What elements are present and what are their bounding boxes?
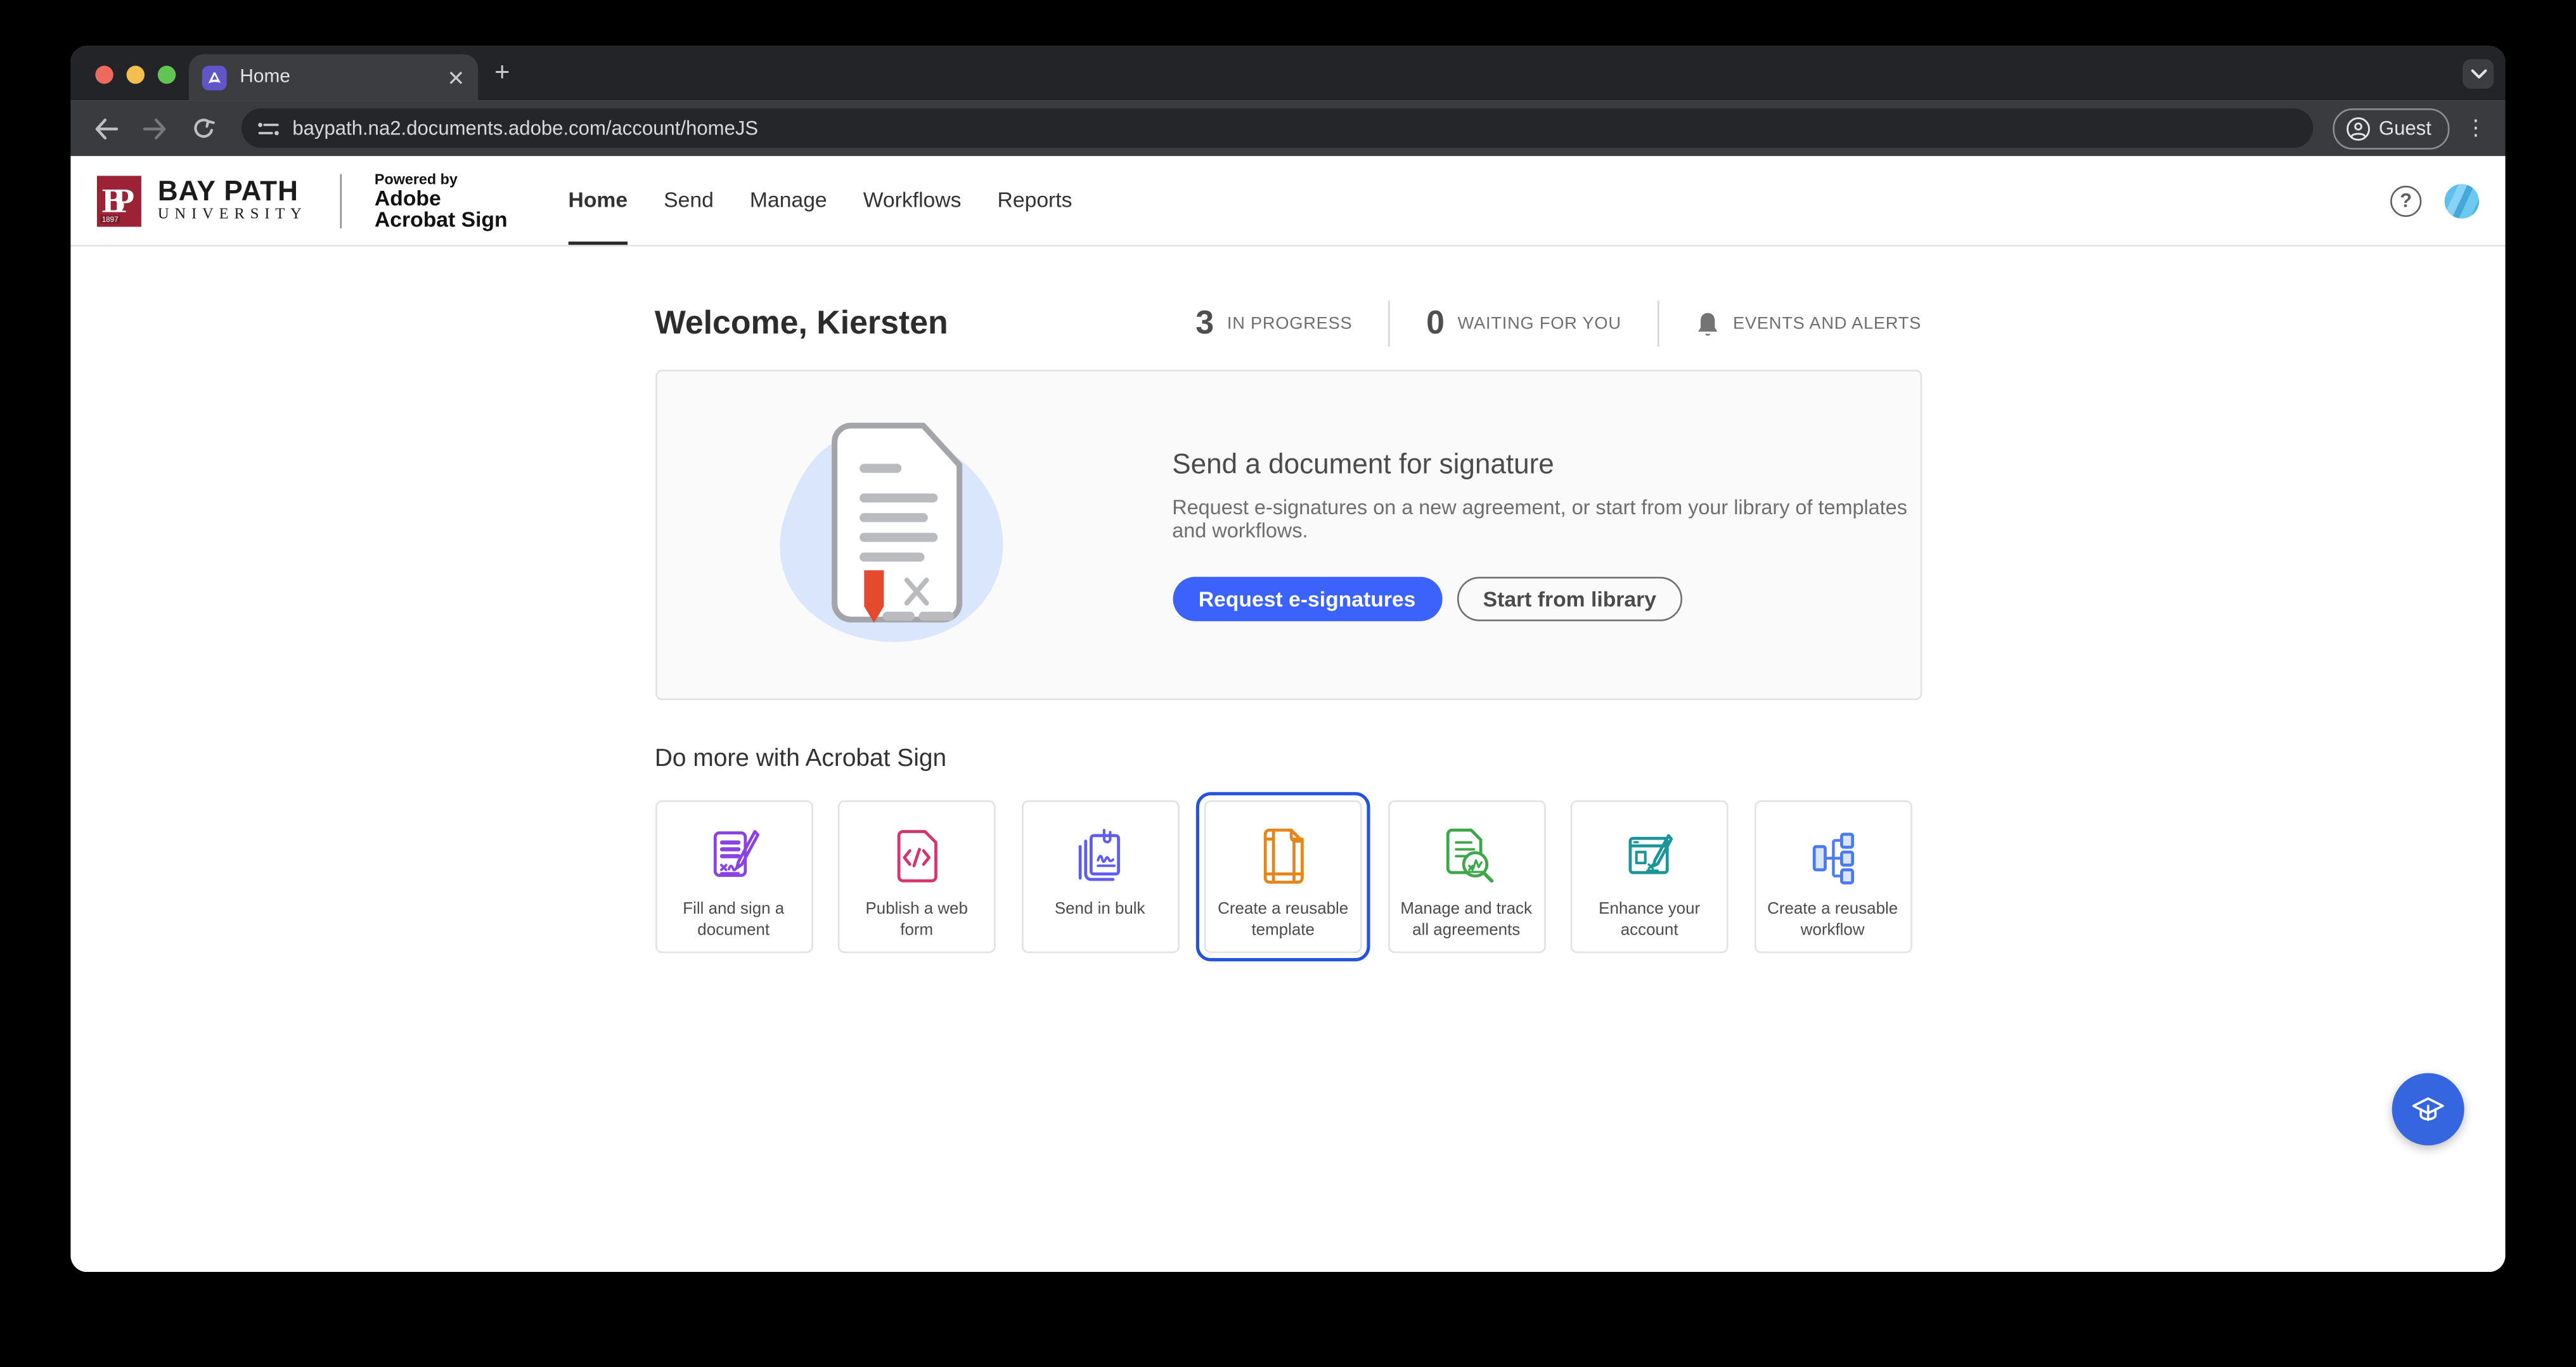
nav-item-workflows[interactable]: Workflows: [863, 156, 962, 245]
logo-divider: [340, 173, 342, 228]
minimize-window-button[interactable]: [127, 66, 145, 84]
card-send-in-bulk[interactable]: Send in bulk: [1021, 800, 1179, 953]
forward-arrow-icon: [142, 117, 167, 139]
send-document-card: Send a document for signature Request e-…: [655, 370, 1921, 700]
document-illustration: [749, 411, 1060, 658]
user-avatar[interactable]: [2445, 183, 2479, 217]
back-button[interactable]: [87, 110, 123, 146]
nav-item-home[interactable]: Home: [569, 156, 628, 245]
window-controls: [95, 66, 176, 84]
adobe-label: Adobe: [375, 187, 508, 209]
card-label: Create a reusable template: [1206, 899, 1360, 942]
fill-sign-icon: [700, 823, 766, 889]
card-publish-web-form[interactable]: Publish a web form: [838, 800, 996, 953]
site-settings-icon: [258, 119, 280, 138]
browser-menu-button[interactable]: ⋮: [2463, 125, 2489, 131]
template-icon: [1250, 823, 1316, 889]
stat-in-progress[interactable]: 3 IN PROGRESS: [1195, 305, 1352, 343]
profile-button[interactable]: Guest: [2333, 108, 2449, 149]
new-tab-button[interactable]: +: [494, 61, 510, 87]
baypath-year: 1897: [100, 214, 120, 223]
start-from-library-button[interactable]: Start from library: [1457, 577, 1682, 621]
stats-row: 3 IN PROGRESS 0 WAITING FOR YOU EVENTS A…: [1195, 301, 1921, 347]
card-label: Fill and sign a document: [656, 899, 811, 942]
graduation-cap-icon: [2407, 1088, 2449, 1131]
baypath-monogram-icon: BP 1897: [97, 175, 141, 226]
header-right: ?: [2390, 183, 2479, 217]
powered-by-block: Powered by Adobe Acrobat Sign: [375, 171, 508, 230]
user-icon: [2346, 116, 2371, 141]
track-agreements-icon: [1433, 823, 1499, 889]
waiting-label: WAITING FOR YOU: [1458, 314, 1621, 334]
tab-strip: Home ✕ +: [70, 46, 2505, 101]
nav-item-send[interactable]: Send: [664, 156, 714, 245]
address-bar[interactable]: baypath.na2.documents.adobe.com/account/…: [242, 108, 2313, 148]
stat-divider: [1658, 301, 1659, 347]
do-more-cards: Fill and sign a document Publish a web f…: [655, 800, 1921, 953]
browser-toolbar: baypath.na2.documents.adobe.com/account/…: [70, 100, 2505, 156]
main-nav: Home Send Manage Workflows Reports: [550, 156, 1090, 245]
card-label: Manage and track all agreements: [1389, 899, 1543, 942]
request-esignatures-button[interactable]: Request e-signatures: [1172, 577, 1442, 621]
card-create-workflow[interactable]: Create a reusable workflow: [1754, 800, 1912, 953]
card-fill-and-sign[interactable]: Fill and sign a document: [655, 800, 813, 953]
powered-by-label: Powered by: [375, 171, 508, 188]
acrobat-favicon-icon: [202, 65, 227, 89]
refresh-button[interactable]: [186, 110, 222, 146]
chevron-down-icon: [2470, 69, 2487, 79]
back-arrow-icon: [93, 117, 117, 139]
events-alerts-label: EVENTS AND ALERTS: [1733, 314, 1921, 334]
refresh-icon: [192, 117, 215, 139]
nav-item-reports[interactable]: Reports: [998, 156, 1072, 245]
web-form-icon: [884, 823, 950, 889]
stat-waiting[interactable]: 0 WAITING FOR YOU: [1426, 305, 1621, 343]
card-enhance-account[interactable]: Enhance your account: [1571, 800, 1729, 953]
nav-item-manage[interactable]: Manage: [750, 156, 827, 245]
send-bulk-icon: [1067, 823, 1133, 889]
forward-button[interactable]: [136, 110, 172, 146]
app-header: BP 1897 BAY PATH UNIVERSITY Powered by A…: [70, 156, 2505, 247]
card-label: Enhance your account: [1572, 899, 1727, 942]
baypath-logo: BP 1897 BAY PATH UNIVERSITY Powered by A…: [97, 171, 508, 230]
card-create-template[interactable]: Create a reusable template: [1204, 800, 1362, 953]
stat-events-alerts[interactable]: EVENTS AND ALERTS: [1695, 310, 1921, 338]
acrobat-sign-page: BP 1897 BAY PATH UNIVERSITY Powered by A…: [70, 156, 2505, 1272]
do-more-heading: Do more with Acrobat Sign: [655, 744, 1921, 772]
tab-home[interactable]: Home ✕: [189, 55, 478, 101]
baypath-name: BAY PATH: [158, 177, 307, 205]
tab-close-icon[interactable]: ✕: [447, 67, 465, 88]
hero-text: Send a document for signature Request e-…: [1172, 449, 1919, 621]
enhance-account-icon: [1616, 823, 1682, 889]
page-title: Welcome, Kiersten: [655, 305, 948, 343]
url-text[interactable]: baypath.na2.documents.adobe.com/account/…: [292, 117, 758, 139]
help-icon[interactable]: ?: [2390, 185, 2421, 216]
screen: Home ✕ + baypath.na2.documents.adobe.com…: [0, 0, 2576, 1367]
baypath-wordmark: BAY PATH UNIVERSITY: [158, 177, 307, 224]
hero-title: Send a document for signature: [1172, 449, 1919, 482]
tab-title: Home: [240, 67, 434, 87]
stat-divider: [1388, 301, 1390, 347]
welcome-row: Welcome, Kiersten 3 IN PROGRESS 0 WAITIN…: [655, 301, 1921, 347]
in-progress-label: IN PROGRESS: [1227, 314, 1353, 334]
zoom-window-button[interactable]: [158, 66, 176, 84]
close-window-button[interactable]: [95, 66, 113, 84]
card-label: Publish a web form: [839, 899, 994, 942]
workflow-icon: [1800, 823, 1865, 889]
hero-buttons: Request e-signatures Start from library: [1172, 577, 1919, 621]
browser-window: Home ✕ + baypath.na2.documents.adobe.com…: [70, 46, 2505, 1272]
waiting-count: 0: [1426, 305, 1445, 343]
baypath-university: UNIVERSITY: [158, 205, 307, 224]
card-label: Create a reusable workflow: [1755, 899, 1910, 942]
bell-icon: [1695, 310, 1720, 338]
tab-search-button[interactable]: [2463, 59, 2494, 89]
main-content: Welcome, Kiersten 3 IN PROGRESS 0 WAITIN…: [655, 247, 1921, 953]
profile-label: Guest: [2379, 117, 2431, 139]
acrobat-sign-label: Acrobat Sign: [375, 209, 508, 230]
card-label: Send in bulk: [1046, 899, 1154, 921]
learning-fab-button[interactable]: [2392, 1073, 2464, 1145]
hero-description: Request e-signatures on a new agreement,…: [1172, 496, 1919, 543]
in-progress-count: 3: [1195, 305, 1214, 343]
card-manage-track[interactable]: Manage and track all agreements: [1388, 800, 1545, 953]
